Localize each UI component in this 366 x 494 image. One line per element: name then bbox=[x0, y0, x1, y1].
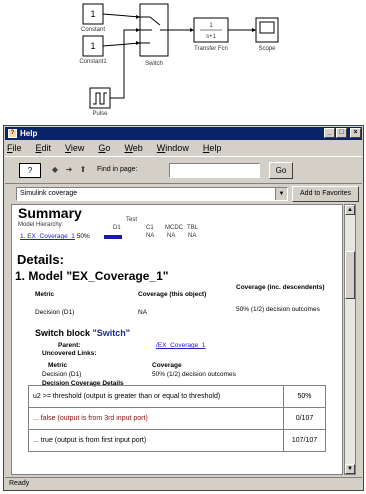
metric-row-value: NA bbox=[138, 309, 148, 316]
coverage-descendents-header: Coverage (inc. descendents) bbox=[236, 284, 325, 291]
table-cell-coverage: 50% bbox=[283, 385, 326, 408]
scope-screen-icon bbox=[259, 21, 275, 34]
table-row: u2 >= threshold (output is greater than … bbox=[28, 385, 326, 408]
switch-label: Switch bbox=[145, 61, 163, 67]
table-cell-coverage: 107/107 bbox=[283, 429, 326, 452]
col-c1-header: C1 bbox=[146, 225, 154, 231]
title-bar[interactable]: ? Help _ □ × bbox=[5, 127, 362, 140]
details-heading: Details: bbox=[17, 252, 64, 267]
chevron-down-icon[interactable]: ▼ bbox=[275, 188, 287, 200]
maximize-button[interactable]: □ bbox=[336, 128, 347, 138]
vertical-scrollbar[interactable]: ▲ ▼ bbox=[344, 204, 356, 475]
menu-bar: File Edit View Go Web Window Help bbox=[5, 141, 362, 154]
col-mcdc-header: MCDC bbox=[165, 225, 183, 231]
parent-link[interactable]: /EX_Coverage_1 bbox=[156, 342, 206, 349]
signal-lines bbox=[102, 13, 256, 99]
mcdc-na: NA bbox=[167, 233, 176, 239]
model-row: 1. EX_Coverage_1 50% bbox=[20, 233, 90, 240]
menu-file[interactable]: File bbox=[7, 143, 22, 153]
metric-header: Metric bbox=[35, 291, 55, 298]
find-in-page-input[interactable] bbox=[169, 163, 260, 178]
scroll-down-icon[interactable]: ▼ bbox=[345, 464, 355, 474]
transfer-fcn-label: Transfer Fcn bbox=[194, 46, 228, 52]
table-cell-condition: ... true (output is from first input por… bbox=[28, 429, 284, 452]
find-in-page-label: Find in page: bbox=[97, 166, 138, 173]
coverage-label-2: Coverage bbox=[152, 362, 182, 369]
scroll-up-icon[interactable]: ▲ bbox=[345, 205, 355, 215]
constant-label: Constant bbox=[81, 27, 105, 33]
summary-heading: Summary bbox=[18, 205, 82, 221]
home-icon[interactable]: ⬆ bbox=[77, 163, 89, 178]
toolbar: ? ◆ ➜ ⬆ Find in page: Go bbox=[5, 156, 362, 184]
forward-icon[interactable]: ➜ bbox=[63, 163, 75, 178]
address-bar: Simulink coverage ▼ Add to Favorites bbox=[5, 185, 362, 203]
model-coverage-pct: 50% bbox=[76, 233, 90, 240]
menu-edit[interactable]: Edit bbox=[36, 143, 52, 153]
coverage-bar bbox=[104, 235, 122, 239]
status-bar: Ready bbox=[5, 477, 362, 490]
decision-row-value: 50% (1/2) decision outcomes bbox=[152, 371, 236, 378]
help-navigator-button[interactable]: ? bbox=[19, 163, 41, 178]
report-content[interactable]: Summary Model Hierarchy: Test D1 C1 MCDC… bbox=[11, 204, 343, 475]
decision-row-label: Decision (D1) bbox=[42, 371, 82, 378]
pulse-label: Pulse bbox=[92, 111, 108, 117]
scrollbar-thumb[interactable] bbox=[345, 251, 355, 299]
help-app-icon: ? bbox=[8, 129, 17, 138]
constant1-label: Constant1 bbox=[79, 59, 107, 65]
switch-block-heading: Switch block "Switch" bbox=[35, 328, 130, 338]
menu-window[interactable]: Window bbox=[157, 143, 189, 153]
tbl-na: NA bbox=[188, 233, 197, 239]
parent-label: Parent: bbox=[58, 342, 81, 349]
model-hierarchy-label: Model Hierarchy: bbox=[18, 222, 64, 228]
constant-value: 1 bbox=[90, 9, 95, 19]
table-cell-condition: ... false (output is from 3rd input port… bbox=[28, 407, 284, 430]
metric-row-label: Decision (D1) bbox=[35, 309, 75, 316]
table-cell-coverage: 0/107 bbox=[283, 407, 326, 430]
address-select[interactable]: Simulink coverage ▼ bbox=[16, 187, 288, 201]
c1-na: NA bbox=[146, 233, 155, 239]
close-button[interactable]: × bbox=[350, 128, 361, 138]
decision-coverage-table: u2 >= threshold (output is greater than … bbox=[28, 385, 326, 452]
address-value: Simulink coverage bbox=[20, 190, 78, 197]
switch-block-name: "Switch" bbox=[92, 328, 131, 338]
menu-help[interactable]: Help bbox=[203, 143, 222, 153]
back-icon[interactable]: ◆ bbox=[49, 163, 61, 178]
window-title: Help bbox=[20, 129, 38, 138]
col-tbl-header: TBL bbox=[187, 225, 199, 231]
transfer-fcn-denominator: s+1 bbox=[206, 34, 217, 40]
metric-label-2: Metric bbox=[48, 362, 68, 369]
menu-web[interactable]: Web bbox=[124, 143, 142, 153]
table-cell-condition: u2 >= threshold (output is greater than … bbox=[28, 385, 284, 408]
uncovered-links-label: Uncovered Links: bbox=[42, 350, 97, 357]
coverage-this-object-header: Coverage (this object) bbox=[138, 291, 207, 298]
table-row: ... false (output is from 3rd input port… bbox=[28, 407, 326, 430]
go-button[interactable]: Go bbox=[269, 162, 293, 179]
table-row: ... true (output is from first input por… bbox=[28, 429, 326, 452]
scope-label: Scope bbox=[258, 46, 276, 52]
status-text: Ready bbox=[9, 480, 30, 487]
menu-view[interactable]: View bbox=[65, 143, 84, 153]
constant1-value: 1 bbox=[90, 41, 95, 51]
menu-go[interactable]: Go bbox=[98, 143, 110, 153]
col-d1-header: D1 bbox=[113, 225, 121, 231]
test-column-label: Test bbox=[126, 217, 138, 223]
switch-block-label: Switch block bbox=[35, 328, 91, 338]
add-to-favorites-button[interactable]: Add to Favorites bbox=[292, 186, 359, 202]
minimize-button[interactable]: _ bbox=[324, 128, 335, 138]
help-window: ? Help _ □ × File Edit View Go Web Windo… bbox=[3, 125, 364, 491]
metric-row-desc: 50% (1/2) decision outcomes bbox=[236, 306, 320, 313]
simulink-model-diagram: 1 Constant 1 Constant1 Pulse Switch 1 s+… bbox=[79, 3, 279, 117]
model-link[interactable]: 1. EX_Coverage_1 bbox=[20, 233, 75, 240]
model-heading: 1. Model "EX_Coverage_1" bbox=[15, 269, 169, 283]
